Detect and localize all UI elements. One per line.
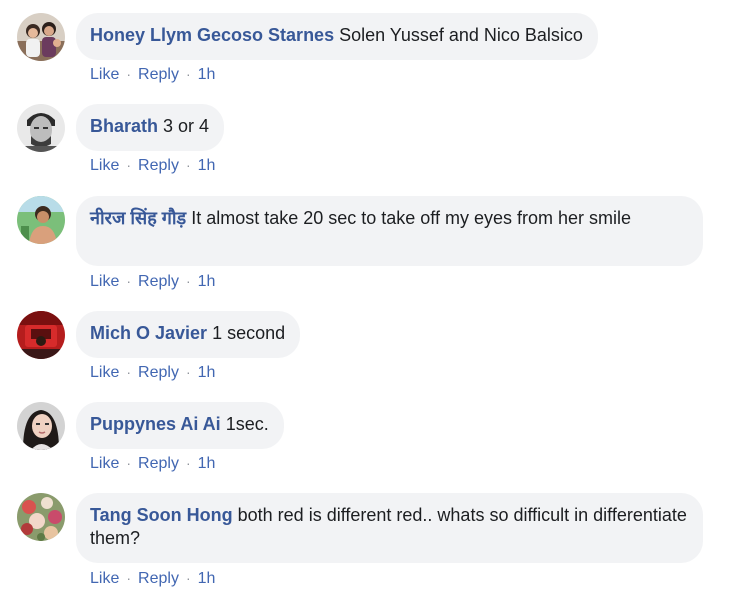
comment-actions: Like · Reply · 1h <box>90 155 215 176</box>
like-link[interactable]: Like <box>90 273 119 290</box>
man-bw-photo-avatar-icon <box>17 104 65 152</box>
reply-link[interactable]: Reply <box>138 364 179 381</box>
comment-timestamp[interactable]: 1h <box>198 364 216 381</box>
reply-link[interactable]: Reply <box>138 273 179 290</box>
red-car-photo-avatar-icon <box>17 311 65 359</box>
comment-bubble: Bharath 3 or 4 <box>76 104 225 151</box>
like-link[interactable]: Like <box>90 157 119 174</box>
avatar[interactable] <box>17 196 65 244</box>
comment-author[interactable]: Mich O Javier <box>90 323 207 343</box>
like-link[interactable]: Like <box>90 66 119 83</box>
comment-text: Solen Yussef and Nico Balsico <box>339 25 583 45</box>
reply-link[interactable]: Reply <box>138 570 179 587</box>
comment-author[interactable]: Tang Soon Hong <box>90 505 233 525</box>
avatar[interactable] <box>17 311 65 359</box>
comment-actions: Like · Reply · 1h <box>90 568 215 589</box>
comment-bubble: Honey Llym Gecoso Starnes Solen Yussef an… <box>76 13 598 60</box>
separator-dot: · <box>185 570 191 586</box>
separator-dot: · <box>126 455 132 471</box>
reply-link[interactable]: Reply <box>138 66 179 83</box>
avatar[interactable] <box>17 402 65 450</box>
comment-bubble: Tang Soon Hong both red is different red.… <box>76 493 703 563</box>
separator-dot: · <box>126 364 132 380</box>
comment-timestamp[interactable]: 1h <box>198 455 216 472</box>
comment-bubble: Puppynes Ai Ai 1sec. <box>76 402 284 449</box>
separator-dot: · <box>185 364 191 380</box>
comment-timestamp[interactable]: 1h <box>198 66 216 83</box>
comment-author[interactable]: Bharath <box>90 116 158 136</box>
comment-author[interactable]: Honey Llym Gecoso Starnes <box>90 25 334 45</box>
separator-dot: · <box>185 273 191 289</box>
avatar[interactable] <box>17 493 65 541</box>
separator-dot: · <box>126 273 132 289</box>
separator-dot: · <box>185 66 191 82</box>
comment-text: 1 second <box>212 323 286 343</box>
comment-timestamp[interactable]: 1h <box>198 157 216 174</box>
comment-timestamp[interactable]: 1h <box>198 273 216 290</box>
flowers-photo-avatar-icon <box>17 493 65 541</box>
like-link[interactable]: Like <box>90 364 119 381</box>
reply-link[interactable]: Reply <box>138 455 179 472</box>
comment-author[interactable]: Puppynes Ai Ai <box>90 414 221 434</box>
reply-link[interactable]: Reply <box>138 157 179 174</box>
avatar[interactable] <box>17 13 65 61</box>
man-outdoor-photo-avatar-icon <box>17 196 65 244</box>
comment-text: 1sec. <box>225 414 269 434</box>
comment-timestamp[interactable]: 1h <box>198 570 216 587</box>
comment-bubble: नीरज सिंह गौड़ It almost take 20 sec to t… <box>76 196 703 266</box>
comment-author[interactable]: नीरज सिंह गौड़ <box>90 208 186 228</box>
avatar[interactable] <box>17 104 65 152</box>
comment-actions: Like · Reply · 1h <box>90 64 215 85</box>
separator-dot: · <box>185 157 191 173</box>
like-link[interactable]: Like <box>90 455 119 472</box>
separator-dot: · <box>126 570 132 586</box>
separator-dot: · <box>126 66 132 82</box>
comment-actions: Like · Reply · 1h <box>90 362 215 383</box>
separator-dot: · <box>185 455 191 471</box>
like-link[interactable]: Like <box>90 570 119 587</box>
woman-photo-avatar-icon <box>17 402 65 450</box>
comment-bubble: Mich O Javier 1 second <box>76 311 301 358</box>
family-photo-avatar-icon <box>17 13 65 61</box>
comment-text: 3 or 4 <box>163 116 210 136</box>
comment-actions: Like · Reply · 1h <box>90 453 215 474</box>
comment-actions: Like · Reply · 1h <box>90 271 215 292</box>
separator-dot: · <box>126 157 132 173</box>
comment-text: It almost take 20 sec to take off my eye… <box>191 208 632 228</box>
